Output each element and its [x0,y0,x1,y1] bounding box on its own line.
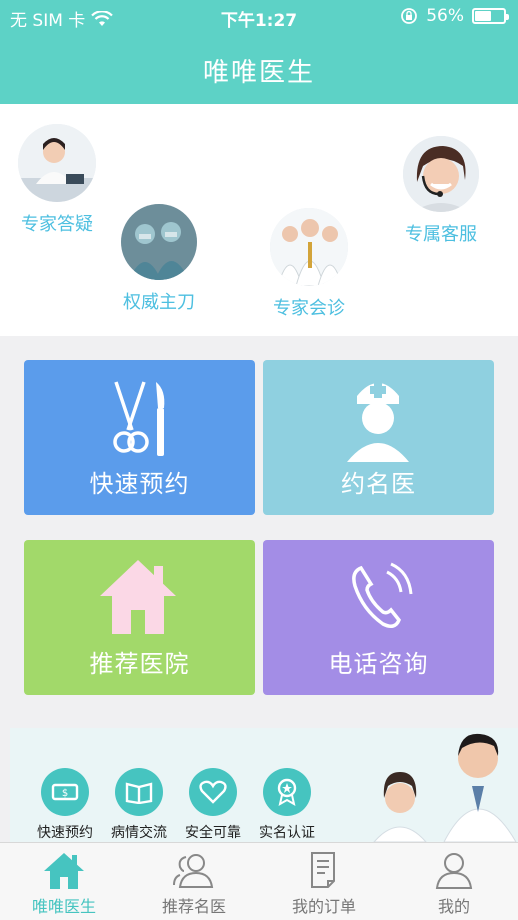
phone-icon [352,562,413,628]
tile-label: 电话咨询 [328,650,429,678]
orientation-lock-icon [401,8,418,24]
services-panel: 专家答疑 权威主刀 专家会诊 专属客服 [0,104,518,336]
doctor-desk-avatar [18,124,96,202]
feature-label: 实名认证 [259,825,315,841]
home-icon [44,853,84,889]
heart-icon [189,768,237,816]
support-agent-avatar [403,136,479,212]
tile-label: 推荐医院 [89,650,190,678]
tab-label: 我的 [437,897,470,916]
tab-label: 推荐名医 [161,897,226,916]
tab-home[interactable]: 唯唯医生 [14,851,114,917]
service-expert-qa[interactable]: 专家答疑 [12,124,102,236]
document-icon [311,852,335,888]
page-title: 唯唯医生 [202,58,315,88]
tab-bar: 唯唯医生 推荐名医 我的订单 我的 [0,842,518,920]
service-surgeon[interactable]: 权威主刀 [114,204,204,314]
tile-quick-booking[interactable]: 快速预约 [24,360,255,515]
book-icon [115,768,163,816]
tile-label: 约名医 [341,470,416,498]
battery-icon [472,8,509,24]
badge-icon [263,768,311,816]
feature-safe-reliable: 安全可靠 [178,768,248,842]
users-icon [173,854,214,888]
doctors-group-avatar [270,208,348,286]
tile-recommend-hospital[interactable]: 推荐医院 [24,540,255,695]
service-label: 专家会诊 [273,298,345,319]
battery-percent: 56% [426,6,464,26]
service-label: 专属客服 [405,224,477,245]
feature-label: 安全可靠 [185,825,241,841]
tab-me[interactable]: 我的 [404,851,504,917]
tile-famous-doctor[interactable]: 约名医 [263,360,494,515]
feature-real-name: 实名认证 [252,768,322,842]
service-label: 权威主刀 [123,292,195,313]
feature-label: 快速预约 [37,825,93,841]
doctors-photo [373,733,517,842]
nurse-icon [347,382,409,462]
svg-text:$: $ [62,788,68,799]
surgery-team-avatar [121,204,197,280]
service-label: 专家答疑 [21,214,93,235]
status-bar: 无 SIM 卡 下午1:27 56% [0,0,518,34]
promo-banner[interactable]: $ 快速预约 病情交流 安全可靠 实名认证 [10,728,518,842]
tab-recommended-doctors[interactable]: 推荐名医 [144,851,244,917]
money-icon: $ [41,768,89,816]
app-header: 无 SIM 卡 下午1:27 56% 唯唯医生 [0,0,518,104]
tab-my-orders[interactable]: 我的订单 [274,851,374,917]
user-icon [435,853,473,889]
battery-area: 56% [400,6,509,26]
feature-case-exchange: 病情交流 [104,768,174,842]
tab-label: 我的订单 [291,897,356,916]
tile-label: 快速预约 [89,470,190,498]
house-icon [100,560,176,634]
feature-quick-booking: $ 快速预约 [30,768,100,842]
scissors-scalpel-icon [113,381,165,456]
tab-label: 唯唯医生 [31,897,96,916]
service-consultation[interactable]: 专家会诊 [264,208,354,320]
tile-phone-consult[interactable]: 电话咨询 [263,540,494,695]
service-customer-support[interactable]: 专属客服 [396,136,486,246]
feature-label: 病情交流 [111,825,167,841]
